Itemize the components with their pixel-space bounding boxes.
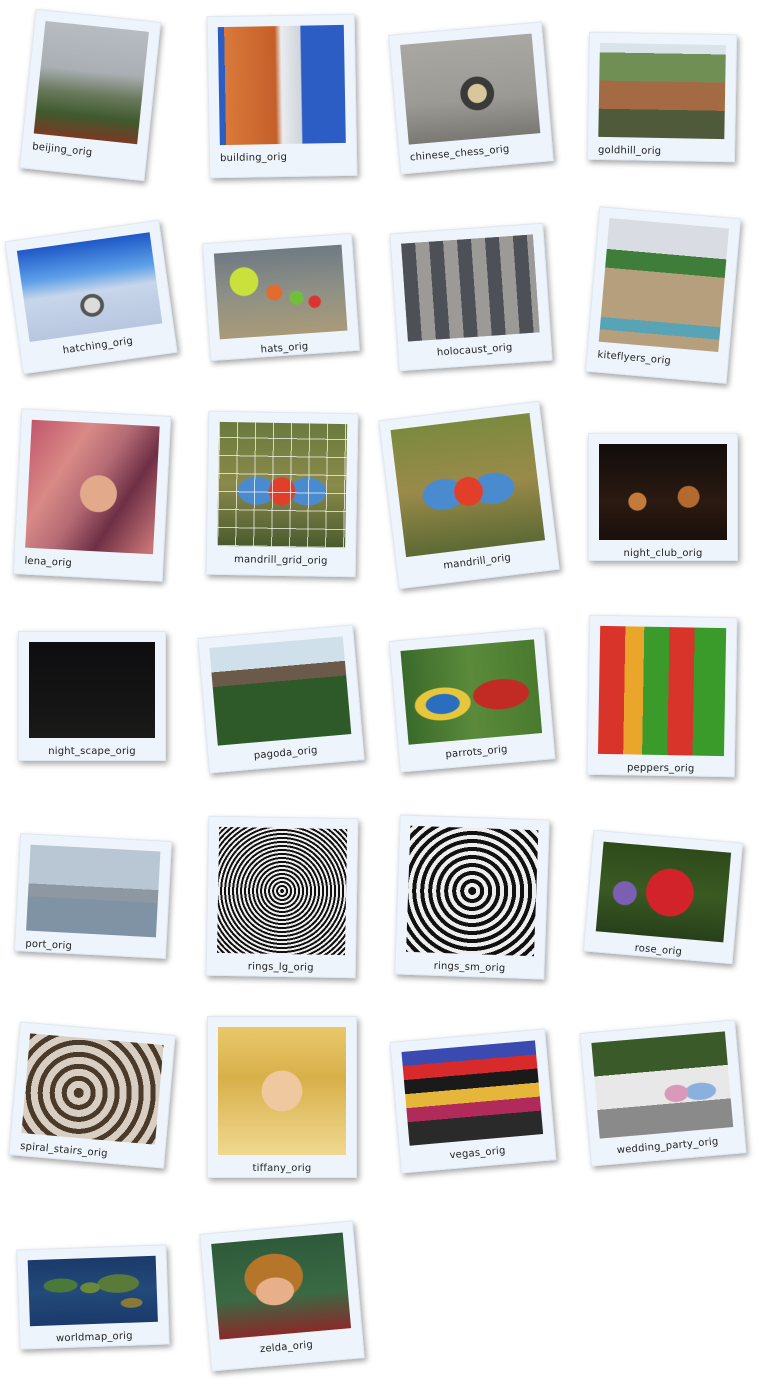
night-scape-thumbnail xyxy=(29,642,155,738)
photo-card-hats[interactable]: hats_orig xyxy=(202,232,360,362)
photo-card-night-scape[interactable]: night_scape_orig xyxy=(18,631,166,761)
spiral-stairs-thumbnail xyxy=(21,1033,164,1145)
photo-caption: rings_lg_orig xyxy=(247,961,314,974)
goldhill-thumbnail xyxy=(598,42,726,140)
parrots-thumbnail xyxy=(400,639,543,745)
photo-caption: vegas_orig xyxy=(449,1145,507,1162)
photo-card-beijing[interactable]: beijing_orig xyxy=(18,8,162,182)
photo-caption: peppers_orig xyxy=(626,762,695,775)
holocaust-thumbnail xyxy=(401,234,540,342)
photo-caption: night_club_orig xyxy=(623,548,703,559)
night-club-thumbnail xyxy=(599,444,727,540)
photo-card-mandrill-grid[interactable]: mandrill_grid_orig xyxy=(205,410,359,578)
photo-caption: beijing_orig xyxy=(31,141,93,159)
photo-caption: rose_orig xyxy=(634,942,683,958)
rings-sm-thumbnail xyxy=(406,825,539,957)
photo-card-mandrill[interactable]: mandrill_orig xyxy=(378,400,560,590)
mandrill-thumbnail xyxy=(390,413,546,558)
photo-caption: tiffany_orig xyxy=(252,1163,312,1174)
pagoda-thumbnail xyxy=(209,636,352,746)
tiffany-thumbnail xyxy=(218,1027,346,1155)
photo-card-tiffany[interactable]: tiffany_orig xyxy=(207,1016,357,1178)
photo-card-holocaust[interactable]: holocaust_orig xyxy=(389,222,553,372)
photo-card-rings-sm[interactable]: rings_sm_orig xyxy=(394,814,550,980)
lena-thumbnail xyxy=(25,419,160,555)
worldmap-thumbnail xyxy=(27,1255,158,1327)
photo-card-wedding-party[interactable]: wedding_party_orig xyxy=(579,1019,747,1167)
photo-caption: wedding_party_orig xyxy=(616,1136,719,1157)
chinese-chess-thumbnail xyxy=(400,33,541,145)
building-thumbnail xyxy=(217,24,346,146)
mandrill-grid-thumbnail xyxy=(217,421,348,549)
photo-caption: chinese_chess_orig xyxy=(409,143,510,164)
photo-card-night-club[interactable]: night_club_orig xyxy=(588,433,738,561)
hats-thumbnail xyxy=(213,244,348,340)
hatching-thumbnail xyxy=(16,232,163,342)
photo-card-parrots[interactable]: parrots_orig xyxy=(388,627,556,773)
photo-caption: parrots_orig xyxy=(445,744,509,761)
photo-card-pagoda[interactable]: pagoda_orig xyxy=(197,624,365,774)
photo-caption: holocaust_orig xyxy=(436,342,513,359)
photo-caption: zelda_orig xyxy=(259,1339,314,1356)
photo-card-spiral-stairs[interactable]: spiral_stairs_orig xyxy=(8,1021,176,1169)
photo-caption: port_orig xyxy=(25,938,73,952)
photo-caption: building_orig xyxy=(219,151,288,165)
vegas-thumbnail xyxy=(401,1040,544,1146)
photo-caption: goldhill_orig xyxy=(597,144,662,157)
photo-card-lena[interactable]: lena_orig xyxy=(12,408,172,582)
photo-card-zelda[interactable]: zelda_orig xyxy=(199,1220,365,1372)
wedding-party-thumbnail xyxy=(591,1031,734,1139)
rose-thumbnail xyxy=(595,841,732,943)
photo-card-peppers[interactable]: peppers_orig xyxy=(586,614,738,778)
peppers-thumbnail xyxy=(597,625,727,757)
photo-card-worldmap[interactable]: worldmap_orig xyxy=(16,1244,170,1350)
beijing-thumbnail xyxy=(33,20,149,145)
photo-card-rings-lg[interactable]: rings_lg_orig xyxy=(205,815,359,979)
zelda-thumbnail xyxy=(211,1232,352,1340)
photo-caption: mandrill_grid_orig xyxy=(233,554,328,567)
photo-caption: kiteflyers_orig xyxy=(597,349,672,367)
kiteflyers-thumbnail xyxy=(598,218,730,353)
rings-lg-thumbnail xyxy=(217,826,348,956)
photo-card-chinese-chess[interactable]: chinese_chess_orig xyxy=(388,21,554,175)
photo-caption: worldmap_orig xyxy=(55,1330,133,1345)
photo-caption: night_scape_orig xyxy=(48,746,136,757)
photo-card-port[interactable]: port_orig xyxy=(14,833,172,959)
photo-caption: spiral_stairs_orig xyxy=(19,1140,109,1160)
photo-caption: lena_orig xyxy=(24,555,73,570)
photo-card-rose[interactable]: rose_orig xyxy=(582,829,744,965)
photo-caption: hats_orig xyxy=(260,341,309,356)
photo-card-building[interactable]: building_orig xyxy=(206,13,358,179)
photo-caption: pagoda_orig xyxy=(253,745,319,762)
photo-card-goldhill[interactable]: goldhill_orig xyxy=(586,31,738,163)
port-thumbnail xyxy=(26,844,161,938)
photo-caption: rings_sm_orig xyxy=(433,960,506,975)
photo-card-kiteflyers[interactable]: kiteflyers_orig xyxy=(585,206,741,384)
photo-card-vegas[interactable]: vegas_orig xyxy=(389,1028,557,1174)
photo-card-hatching[interactable]: hatching_orig xyxy=(4,219,178,375)
